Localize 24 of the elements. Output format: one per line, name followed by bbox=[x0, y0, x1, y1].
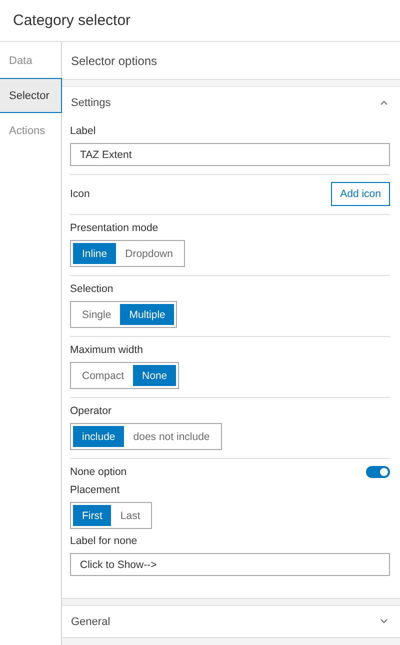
sidebar-tab[interactable]: Actions bbox=[0, 113, 62, 148]
input-field[interactable]: TAZ Extent bbox=[70, 143, 390, 166]
field-label: Selection bbox=[70, 283, 114, 295]
input-field[interactable]: Click to Show--> bbox=[70, 553, 390, 576]
segment-option[interactable]: include bbox=[73, 426, 124, 447]
chevron-down-icon bbox=[380, 619, 388, 624]
segment-option[interactable]: None bbox=[133, 365, 176, 386]
field-label: None option bbox=[70, 466, 127, 478]
panel-header: Selector options bbox=[62, 42, 400, 80]
toggle-switch[interactable] bbox=[366, 466, 390, 478]
field-label: Maximum width bbox=[70, 344, 144, 356]
field-label: Label bbox=[70, 125, 97, 137]
chevron-up-icon bbox=[380, 100, 388, 105]
add-icon-button[interactable]: Add icon bbox=[331, 182, 390, 206]
field-label: Placement bbox=[70, 484, 121, 496]
field-label: Label for none bbox=[70, 535, 138, 547]
segment-option[interactable]: Inline bbox=[73, 243, 116, 264]
sidebar-tab[interactable]: Data bbox=[0, 43, 62, 78]
field-label: Presentation mode bbox=[70, 222, 160, 234]
segment-option[interactable]: Multiple bbox=[120, 304, 174, 325]
field-label: Operator bbox=[70, 405, 112, 417]
sidebar-tab[interactable]: Selector bbox=[0, 78, 62, 113]
segment-option[interactable]: First bbox=[73, 505, 112, 526]
field-label: Icon bbox=[70, 188, 90, 200]
